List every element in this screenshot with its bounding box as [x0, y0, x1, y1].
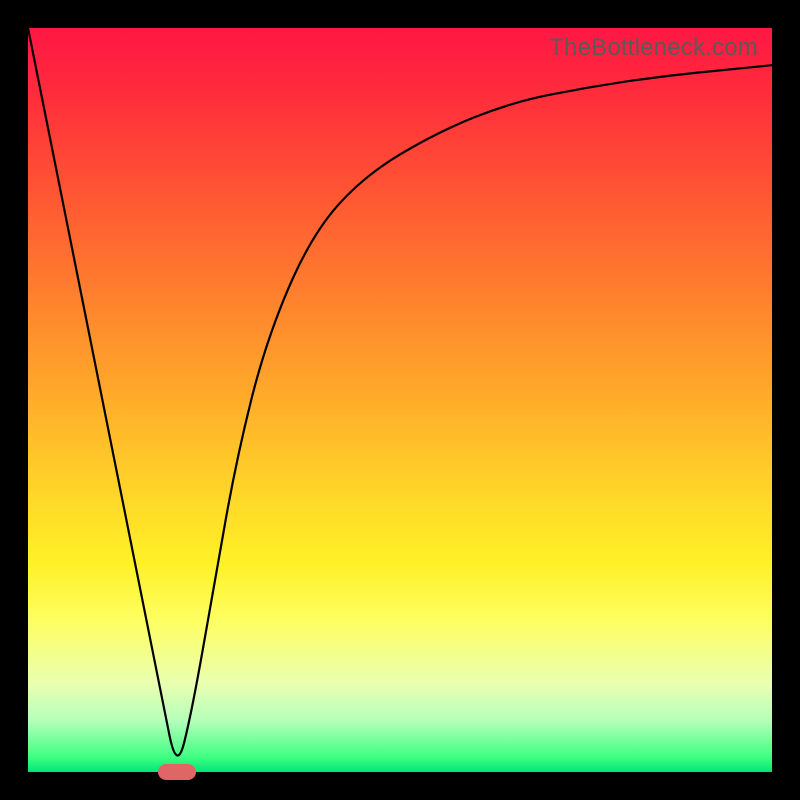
chart-frame: TheBottleneck.com [0, 0, 800, 800]
plot-area: TheBottleneck.com [28, 28, 772, 772]
optimum-marker [158, 764, 196, 780]
curve-path [28, 28, 772, 755]
bottleneck-curve [28, 28, 772, 772]
